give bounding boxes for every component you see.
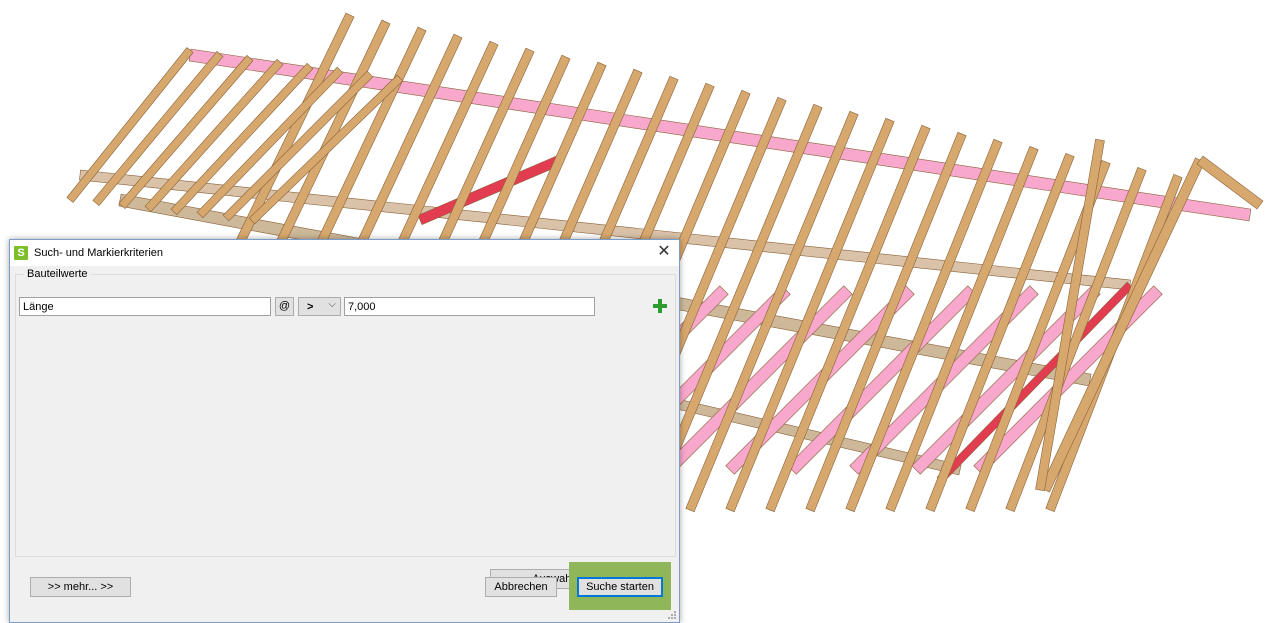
at-button[interactable]: @: [275, 297, 294, 316]
app-logo-icon: S: [14, 246, 28, 260]
value-field[interactable]: [344, 297, 595, 316]
start-search-button[interactable]: Suche starten: [577, 577, 663, 597]
resize-grip-icon[interactable]: [667, 610, 677, 620]
component-values-group: Bauteilwerte @ > ⌵ Auswahl umkehren: [15, 268, 676, 589]
plus-icon[interactable]: [652, 298, 668, 314]
attribute-field[interactable]: [19, 297, 271, 316]
dialog-titlebar[interactable]: S Such- und Markierkriterien ✕: [10, 240, 679, 266]
cancel-button[interactable]: Abbrechen: [485, 577, 557, 597]
chevron-down-icon: ⌵: [328, 299, 336, 310]
group-title: Bauteilwerte: [24, 268, 91, 280]
gable-rafter: [1196, 155, 1264, 210]
more-button[interactable]: >> mehr... >>: [30, 577, 131, 597]
close-button[interactable]: ✕: [653, 242, 675, 262]
rafter: [1005, 166, 1147, 513]
dialog-title: Such- und Markierkriterien: [34, 247, 163, 259]
close-icon: ✕: [657, 243, 671, 260]
operator-value: >: [307, 301, 314, 313]
search-criteria-dialog: S Such- und Markierkriterien ✕ Bauteilwe…: [9, 239, 680, 623]
operator-select[interactable]: > ⌵: [298, 297, 341, 316]
